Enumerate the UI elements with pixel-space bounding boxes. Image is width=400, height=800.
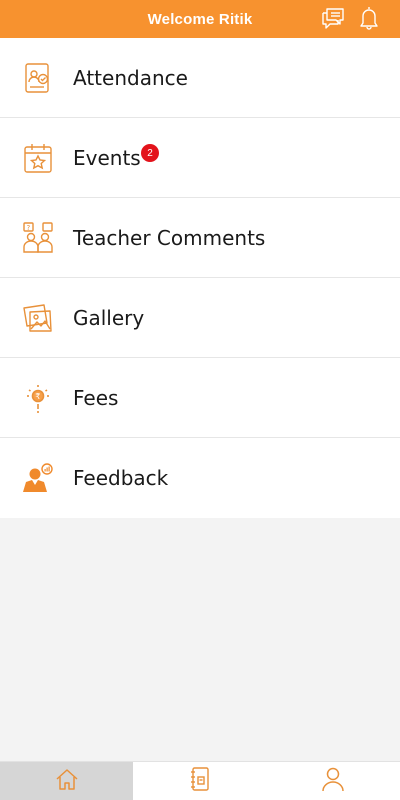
menu-item-label: Events [73,145,141,170]
menu-item-label: Gallery [73,305,145,330]
main-menu: Attendance Events 2 ? Teacher Comments G… [0,38,400,518]
teacher-comments-icon: ? [22,221,54,254]
menu-item-feedback[interactable]: Feedback [0,438,400,518]
bell-icon[interactable] [358,5,380,31]
svg-text:?: ? [27,224,31,232]
notebook-icon [189,766,211,797]
home-icon [55,768,79,795]
tab-diary[interactable] [133,762,266,800]
header-actions [320,2,380,34]
menu-item-label: Attendance [73,65,188,90]
menu-item-gallery[interactable]: Gallery [0,278,400,358]
calendar-star-icon [22,142,54,174]
attendance-icon [22,62,54,94]
page-title: Welcome Ritik [147,10,253,28]
menu-item-fees[interactable]: ₹ Fees [0,358,400,438]
feedback-icon [22,462,54,494]
bottom-navigation [0,761,400,800]
fees-icon: ₹ [22,382,54,414]
menu-item-events[interactable]: Events 2 [0,118,400,198]
tab-profile[interactable] [267,762,400,800]
menu-item-attendance[interactable]: Attendance [0,38,400,118]
svg-text:₹: ₹ [35,392,40,401]
menu-item-label: Teacher Comments [73,225,266,250]
profile-icon [321,766,345,797]
menu-item-label: Feedback [73,466,169,490]
gallery-icon [22,302,54,334]
chat-icon[interactable] [320,6,346,30]
menu-item-label: Fees [73,385,119,410]
menu-item-teacher-comments[interactable]: ? Teacher Comments [0,198,400,278]
notification-badge: 2 [141,144,159,162]
tab-home[interactable] [0,762,134,800]
top-app-bar: Welcome Ritik [0,0,400,38]
